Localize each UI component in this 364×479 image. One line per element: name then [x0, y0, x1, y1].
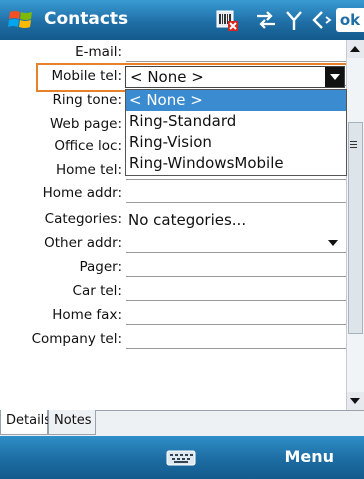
field-label: Ring tone:	[52, 92, 122, 108]
row-company-tel: Company tel:	[0, 327, 346, 350]
other-addr-field[interactable]	[126, 235, 346, 253]
field-label: Categories:	[44, 211, 122, 227]
softkey-bar: Menu	[0, 436, 364, 479]
field-label: Home tel:	[55, 162, 122, 178]
tab-notes[interactable]: Notes	[48, 410, 96, 435]
email-field[interactable]	[126, 44, 346, 62]
ring-tone-dropdown: < None > Ring-Standard Ring-Vision Ring-…	[125, 89, 347, 176]
scroll-thumb[interactable]	[348, 122, 363, 334]
field-label: Web page:	[50, 116, 122, 132]
dropdown-option[interactable]: < None >	[126, 90, 346, 111]
title-bar: Contacts ok	[0, 0, 364, 40]
scroll-down-icon[interactable]	[347, 392, 364, 410]
antenna-icon[interactable]	[282, 8, 306, 32]
car-tel-field[interactable]	[126, 283, 346, 301]
ok-button[interactable]: ok	[336, 8, 364, 32]
row-car-tel: Car tel:	[0, 279, 346, 302]
chevron-down-icon[interactable]	[328, 240, 338, 246]
row-home-fax: Home fax:	[0, 303, 346, 326]
no-signal-icon[interactable]	[215, 8, 239, 32]
row-other-addr: Other addr:	[0, 231, 346, 254]
home-fax-field[interactable]	[126, 307, 346, 325]
keyboard-icon[interactable]	[166, 450, 196, 466]
dropdown-option[interactable]: Ring-Standard	[126, 111, 346, 132]
field-label: Home fax:	[52, 307, 122, 323]
row-home-addr: Home addr:	[0, 181, 346, 204]
tab-details[interactable]: Details	[0, 410, 51, 435]
windows-flag-icon[interactable]	[8, 7, 34, 33]
field-label: Home addr:	[42, 185, 122, 201]
grip-icon	[350, 141, 357, 142]
field-label: Car tel:	[72, 283, 122, 299]
field-label: Pager:	[79, 259, 122, 275]
home-addr-field[interactable]	[126, 185, 346, 203]
field-label: Office loc:	[54, 138, 122, 154]
scroll-up-icon[interactable]	[347, 40, 364, 58]
tab-bar: Details Notes	[0, 410, 364, 436]
ring-tone-select[interactable]: < None >	[125, 66, 345, 88]
chevron-down-icon[interactable]	[325, 67, 344, 87]
pager-field[interactable]	[126, 259, 346, 277]
field-label: Company tel:	[31, 331, 122, 347]
field-label: Mobile tel:	[51, 68, 122, 84]
menu-button[interactable]: Menu	[284, 447, 334, 466]
volume-icon[interactable]	[308, 8, 332, 32]
dropdown-option[interactable]: Ring-WindowsMobile	[126, 153, 346, 174]
company-tel-field[interactable]	[126, 331, 346, 349]
field-label: Other addr:	[44, 235, 122, 251]
field-label: E-mail:	[75, 44, 122, 60]
row-categories: Categories: No categories...	[0, 207, 346, 230]
ring-tone-value: < None >	[130, 68, 204, 86]
app-title: Contacts	[44, 9, 129, 29]
connectivity-icon[interactable]	[254, 8, 278, 32]
row-email: E-mail:	[0, 40, 346, 63]
dropdown-option[interactable]: Ring-Vision	[126, 132, 346, 153]
vertical-scrollbar[interactable]	[346, 40, 364, 410]
row-pager: Pager:	[0, 255, 346, 278]
categories-field[interactable]: No categories...	[126, 211, 346, 229]
